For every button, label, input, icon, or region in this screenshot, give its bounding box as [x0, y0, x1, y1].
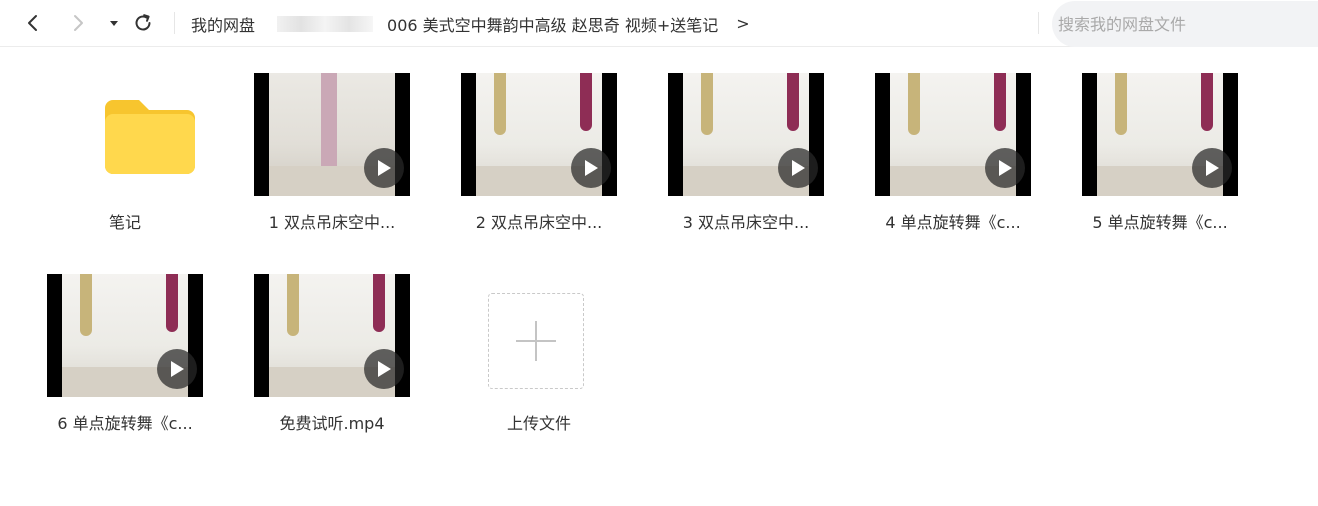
breadcrumb-root[interactable]: 我的网盘 [191, 12, 255, 36]
folder-thumb [47, 73, 203, 196]
file-name: 6 单点旋转舞《c... [57, 414, 193, 433]
file-item-video[interactable]: 1 双点吊床空中... [234, 73, 430, 253]
video-thumbnail [668, 73, 824, 196]
search-divider [1038, 12, 1039, 34]
video-thumbnail [47, 274, 203, 397]
play-icon [985, 148, 1025, 188]
play-icon [1192, 148, 1232, 188]
video-thumbnail [461, 73, 617, 196]
refresh-icon [135, 14, 151, 31]
file-item-video[interactable]: 3 双点吊床空中... [648, 73, 844, 253]
play-icon [364, 148, 404, 188]
folder-icon [105, 100, 195, 174]
upload-file-button[interactable]: 上传文件 [441, 274, 637, 454]
breadcrumb: 我的网盘 006 美式空中舞韵中高级 赵思奇 视频+送笔记 > [191, 0, 750, 47]
chevron-left-icon [28, 15, 37, 31]
search-box [1052, 1, 1318, 47]
file-name: 3 双点吊床空中... [682, 213, 810, 232]
file-item-video[interactable]: 免费试听.mp4 [234, 274, 430, 454]
file-name: 笔记 [108, 213, 141, 232]
upload-label: 上传文件 [506, 414, 571, 433]
toolbar: 我的网盘 006 美式空中舞韵中高级 赵思奇 视频+送笔记 > [0, 0, 1318, 47]
file-item-video[interactable]: 5 单点旋转舞《c... [1062, 73, 1258, 253]
video-thumbnail [254, 274, 410, 397]
refresh-button[interactable] [131, 11, 155, 35]
file-item-video[interactable]: 6 单点旋转舞《c... [27, 274, 223, 454]
video-thumbnail [875, 73, 1031, 196]
file-name: 免费试听.mp4 [279, 414, 385, 433]
breadcrumb-hidden-segment [277, 15, 374, 32]
search-input[interactable] [1058, 14, 1298, 34]
breadcrumb-current[interactable]: 006 美式空中舞韵中高级 赵思奇 视频+送笔记 [387, 12, 718, 36]
breadcrumb-more-button[interactable]: > [736, 14, 749, 33]
file-item-folder[interactable]: 笔记 [27, 73, 223, 253]
file-name: 1 双点吊床空中... [268, 213, 396, 232]
history-dropdown-button[interactable] [102, 11, 126, 35]
chevron-right-icon [74, 15, 83, 31]
file-name: 5 单点旋转舞《c... [1092, 213, 1228, 232]
caret-down-icon [110, 21, 118, 26]
play-icon [157, 349, 197, 389]
file-item-video[interactable]: 2 双点吊床空中... [441, 73, 637, 253]
play-icon [364, 349, 404, 389]
upload-drop-zone[interactable] [488, 293, 584, 389]
toolbar-divider [174, 12, 175, 34]
back-button[interactable] [21, 11, 45, 35]
video-thumbnail [254, 73, 410, 196]
play-icon [571, 148, 611, 188]
forward-button[interactable] [66, 11, 90, 35]
file-name: 4 单点旋转舞《c... [885, 213, 1021, 232]
file-name: 2 双点吊床空中... [475, 213, 603, 232]
play-icon [778, 148, 818, 188]
file-item-video[interactable]: 4 单点旋转舞《c... [855, 73, 1051, 253]
video-thumbnail [1082, 73, 1238, 196]
